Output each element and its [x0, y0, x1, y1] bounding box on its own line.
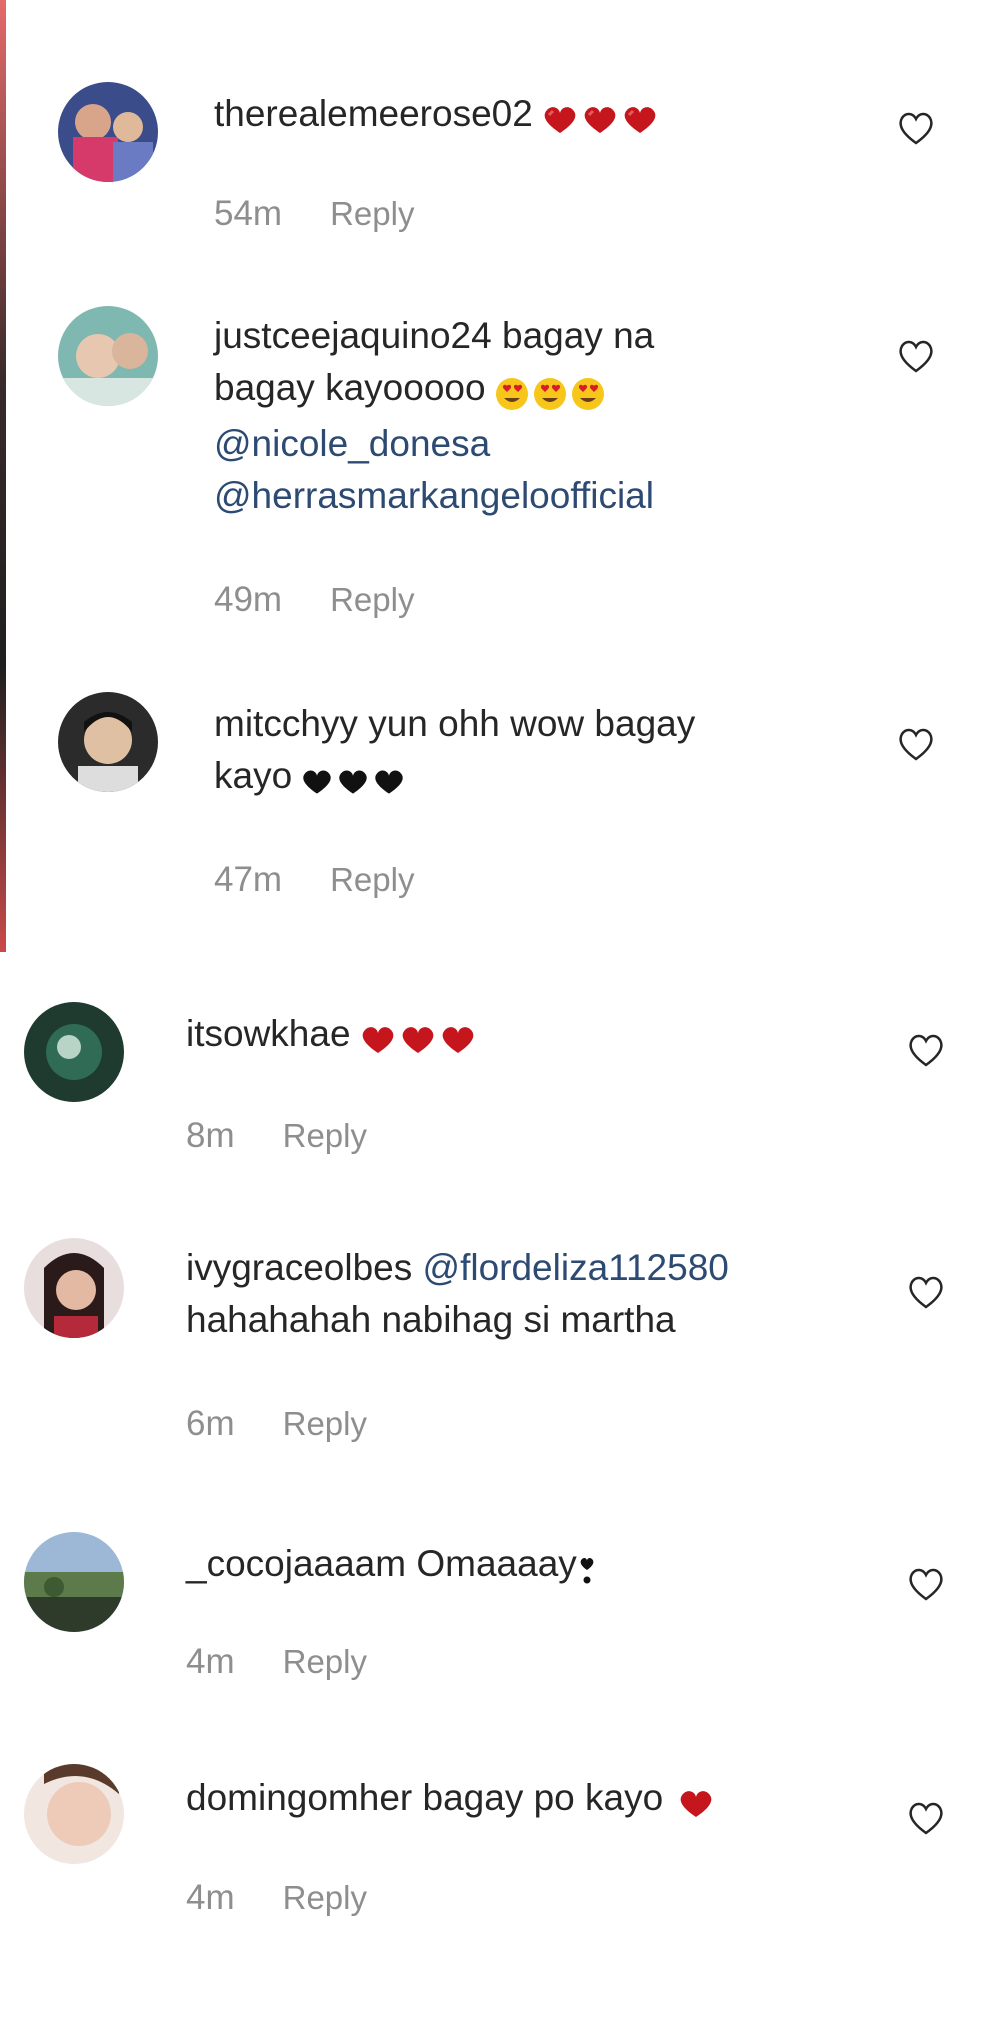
red-heart-cluster-emoji [541, 92, 661, 144]
comment-meta: 6m Reply [186, 1404, 367, 1444]
reply-button[interactable]: Reply [283, 1117, 367, 1155]
comment-time: 54m [214, 194, 283, 233]
comment-text: _cocojaaaam Omaaaay [186, 1538, 866, 1594]
avatar[interactable] [24, 1532, 124, 1632]
comment-line: kayo [214, 755, 293, 796]
heart-icon[interactable] [896, 110, 936, 146]
avatar[interactable] [58, 692, 158, 792]
avatar[interactable] [24, 1238, 124, 1338]
heart-exclamation-emoji [579, 1542, 597, 1594]
comment-username[interactable]: _cocojaaaam [186, 1543, 406, 1584]
heart-icon[interactable] [896, 726, 936, 762]
heart-icon[interactable] [906, 1800, 946, 1836]
comment-time: 6m [186, 1404, 235, 1443]
reply-button[interactable]: Reply [330, 581, 414, 619]
comment-username[interactable]: justceejaquino24 [214, 315, 492, 356]
mention-link[interactable]: @herrasmarkangeloofficial [214, 475, 654, 516]
reply-button[interactable]: Reply [330, 195, 414, 233]
mention-link[interactable]: @flordeliza112580 [423, 1247, 729, 1288]
comment-line: yun ohh wow bagay [368, 703, 696, 744]
comment-text: itsowkhae [186, 1008, 846, 1064]
comment-text: ivygraceolbes @flordeliza112580 hahahaha… [186, 1242, 866, 1346]
comment-text: domingomher bagay po kayo [186, 1772, 866, 1828]
reply-button[interactable]: Reply [283, 1405, 367, 1443]
background-strip [0, 0, 6, 952]
comments-panel-top: therealemeerose02 54m Reply justceejaquin… [0, 0, 1000, 952]
comment-username[interactable]: therealemeerose02 [214, 93, 533, 134]
comments-panel-bottom: itsowkhae 8m Reply ivygraceolbes @flordel… [0, 952, 1000, 2017]
comment-username[interactable]: domingomher [186, 1777, 412, 1818]
comment-time: 4m [186, 1878, 235, 1917]
comment-username[interactable]: itsowkhae [186, 1013, 351, 1054]
comment-line: Omaaaay [416, 1543, 577, 1584]
red-heart-emoji [359, 1012, 479, 1064]
avatar[interactable] [58, 82, 158, 182]
reply-button[interactable]: Reply [330, 861, 414, 899]
red-heart-emoji [677, 1776, 717, 1828]
black-heart-emoji [300, 754, 408, 806]
heart-icon[interactable] [906, 1032, 946, 1068]
comment-meta: 54m Reply [214, 194, 414, 234]
comment-meta: 4m Reply [186, 1878, 367, 1918]
comment-time: 47m [214, 860, 283, 899]
comment-meta: 49m Reply [214, 580, 414, 620]
comment-username[interactable]: mitcchyy [214, 703, 358, 744]
comment-line: bagay po kayo [422, 1777, 664, 1818]
comment-time: 49m [214, 580, 283, 619]
avatar[interactable] [58, 306, 158, 406]
comment-meta: 47m Reply [214, 860, 414, 900]
heart-icon[interactable] [906, 1274, 946, 1310]
comment-meta: 4m Reply [186, 1642, 367, 1682]
comment-line: bagay na [502, 315, 655, 356]
heart-icon[interactable] [896, 338, 936, 374]
heart-icon[interactable] [906, 1566, 946, 1602]
mention-link[interactable]: @nicole_donesa [214, 423, 490, 464]
comment-text: justceejaquino24 bagay na bagay kayooooo… [214, 310, 834, 522]
avatar[interactable] [24, 1764, 124, 1864]
heart-eyes-face-emoji [494, 366, 608, 418]
comment-time: 4m [186, 1642, 235, 1681]
avatar[interactable] [24, 1002, 124, 1102]
comment-line: bagay kayooooo [214, 367, 486, 408]
reply-button[interactable]: Reply [283, 1879, 367, 1917]
comment-line: hahahahah nabihag si martha [186, 1299, 676, 1340]
reply-button[interactable]: Reply [283, 1643, 367, 1681]
comment-meta: 8m Reply [186, 1116, 367, 1156]
comment-username[interactable]: ivygraceolbes [186, 1247, 412, 1288]
comment-text: therealemeerose02 [214, 88, 854, 144]
comment-text: mitcchyy yun ohh wow bagay kayo [214, 698, 834, 806]
comment-time: 8m [186, 1116, 235, 1155]
